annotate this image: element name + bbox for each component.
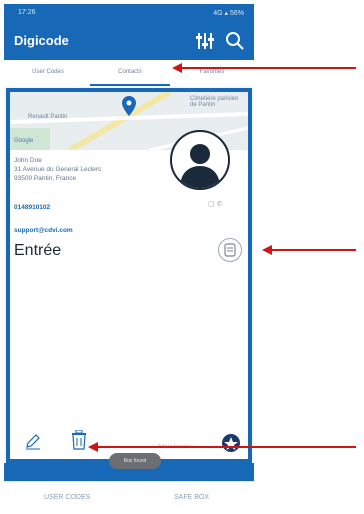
call-icon[interactable]: ✆ [217,201,223,208]
map-pin-icon [122,96,136,116]
star-icon [224,437,238,450]
annotation-arrowhead-keypad [262,245,272,255]
map-label-google: Google [14,138,34,144]
annotation-arrowhead-trash [88,442,98,452]
tab-bar: User Codes Contacts Favorites [4,60,254,86]
tab-user-codes[interactable]: User Codes [8,69,88,75]
person-icon [180,144,220,188]
app-title: Digicode [14,33,69,48]
phone-number-link[interactable]: 0148910102 [14,204,50,211]
app-bar: Digicode [4,22,254,60]
sliders-icon[interactable] [194,30,216,52]
address-line-2: 93500 Pantin, France [14,175,77,182]
code-name: Entrée [14,242,62,259]
status-time: 17:26 [18,9,36,16]
search-icon[interactable] [224,30,246,52]
bottom-nav: USER CODES SAFE BOX [4,481,254,514]
pencil-icon[interactable] [24,432,42,450]
tab-favorites[interactable]: Favorites [172,69,252,75]
contact-address: John Doe 31 Avenue du General Leclerc 93… [14,156,101,183]
message-icon[interactable]: ▢ [208,201,215,208]
active-tab-indicator [90,84,170,86]
annotation-arrow-trash [96,446,356,448]
map-label-cemetery: Cimetière parisien de Pantin [190,96,239,108]
phone-screen: 17:26 4G ▴ 56% Digicode User Codes Conta… [4,4,254,514]
annotation-arrow-tabs [180,67,356,69]
email-link[interactable]: support@cdvi.com [14,227,73,234]
keypad-icon [224,243,236,257]
avatar [170,130,230,190]
trash-icon[interactable] [70,430,88,450]
nav-user-codes[interactable]: USER CODES [44,494,90,501]
address-line-1: 31 Avenue du General Leclerc [14,166,102,173]
status-indicators: 4G ▴ 56% [213,10,244,17]
favorite-button[interactable] [222,434,240,452]
keypad-button[interactable] [218,238,242,262]
toast-message: Box found [109,453,161,469]
map-label-renault: Renault Pantin [28,114,68,120]
annotation-arrowhead-tabs [172,63,182,73]
contact-small-icons: ▢ ✆ [208,200,222,208]
nav-safe-box[interactable]: SAFE BOX [174,494,209,501]
contact-card-frame: Renault Pantin Google Cimetière parisien… [6,88,252,463]
contact-card: Renault Pantin Google Cimetière parisien… [10,92,248,459]
tab-contacts[interactable]: Contacts [90,69,170,75]
contact-name: John Doe [14,157,42,164]
status-bar: 17:26 4G ▴ 56% [4,4,254,22]
annotation-arrow-keypad [270,249,356,251]
